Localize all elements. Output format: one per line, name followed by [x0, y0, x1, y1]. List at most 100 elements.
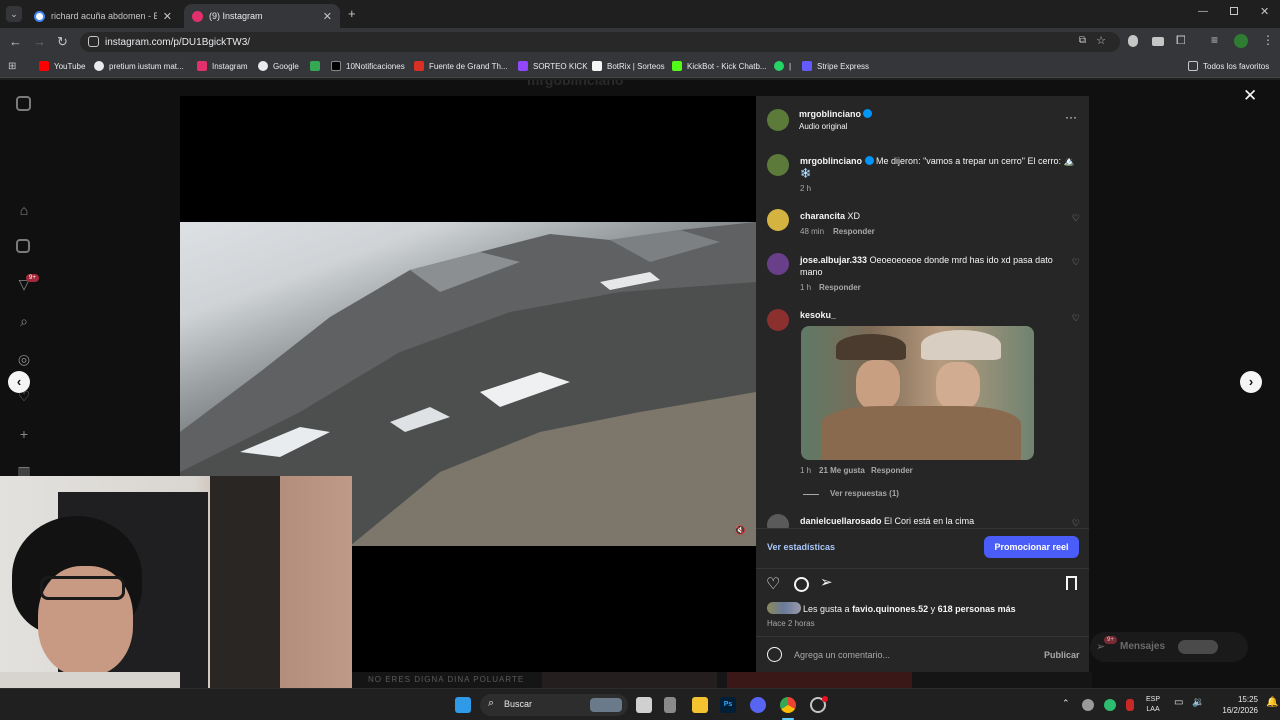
view-replies-button[interactable]: Ver respuestas (1)	[830, 489, 899, 498]
chrome-icon[interactable]	[780, 697, 796, 713]
comment-input[interactable]: Agrega un comentario...	[794, 650, 1024, 660]
reply-button[interactable]: Responder	[871, 466, 913, 475]
reply-button[interactable]: Responder	[819, 283, 861, 292]
view-stats-link[interactable]: Ver estadísticas	[767, 542, 835, 552]
reels-icon[interactable]	[16, 239, 30, 253]
windows-start-icon[interactable]	[455, 697, 471, 713]
photoshop-icon[interactable]: Ps	[720, 697, 736, 713]
bookmark-kickbot[interactable]: KickBot - Kick Chatb...	[672, 61, 767, 71]
new-tab-icon[interactable]: +	[348, 6, 356, 21]
bookmark-pretium[interactable]: pretium iustum mat...	[94, 61, 184, 71]
avatar[interactable]	[767, 209, 789, 231]
bookmark-youtube[interactable]: YouTube	[39, 61, 85, 71]
tray-app-icon[interactable]	[1126, 699, 1134, 711]
apps-grid-icon[interactable]: ⊞	[8, 61, 16, 72]
like-comment-icon[interactable]: ♡	[1072, 313, 1080, 324]
create-icon[interactable]: +	[16, 426, 32, 442]
caption-username[interactable]: mrgoblinciano	[800, 156, 862, 166]
extension-icon[interactable]	[1152, 37, 1164, 46]
home-icon[interactable]: ⌂	[16, 202, 32, 218]
like-comment-icon[interactable]: ♡	[1072, 213, 1080, 224]
avatar[interactable]	[767, 154, 789, 176]
comment-icon[interactable]	[794, 577, 809, 592]
notifications-bell-icon[interactable]: 🔔	[1266, 697, 1278, 708]
bookmark-unnamed[interactable]	[310, 61, 320, 71]
task-view-icon[interactable]	[636, 697, 652, 713]
post-username[interactable]: mrgoblinciano	[799, 109, 861, 119]
media-control-icon[interactable]: ≡	[1211, 33, 1218, 47]
menu-icon[interactable]: ⋮	[1262, 33, 1274, 47]
avatar[interactable]	[767, 309, 789, 331]
share-icon[interactable]: ➢	[820, 573, 833, 591]
taskbar-search[interactable]: ⌕ Buscar	[480, 694, 628, 716]
extension-icon[interactable]	[1128, 35, 1138, 47]
tab-google-search[interactable]: richard acuña abdomen - Busca ✕	[26, 4, 180, 28]
network-icon[interactable]: ▭	[1174, 697, 1183, 708]
profile-avatar[interactable]	[1234, 34, 1248, 48]
install-icon[interactable]: ⧉	[1079, 35, 1086, 46]
mute-icon[interactable]: 🔇	[735, 525, 746, 536]
tab-instagram[interactable]: (9) Instagram ✕	[184, 4, 340, 28]
audio-label[interactable]: Audio original	[799, 122, 847, 131]
save-icon[interactable]	[1066, 576, 1077, 590]
bookmark-star-icon[interactable]: ☆	[1096, 34, 1106, 47]
bookmark-stripe[interactable]: Stripe Express	[802, 61, 869, 71]
avatar[interactable]	[767, 109, 789, 131]
minimize-icon[interactable]: —	[1198, 6, 1208, 17]
explore-icon[interactable]: ◎	[16, 351, 32, 367]
botrix-icon	[592, 61, 602, 71]
restore-icon[interactable]	[1230, 7, 1238, 15]
clock[interactable]: 15:25 16/2/2026	[1208, 694, 1258, 716]
close-modal-icon[interactable]: ✕	[1243, 86, 1257, 106]
address-bar[interactable]: instagram.com/p/DU1BgickTW3/ ⧉ ☆	[80, 32, 1120, 52]
comment-username[interactable]: charancita	[800, 211, 845, 221]
messages-pill[interactable]: ➢ 9+ Mensajes	[1090, 632, 1248, 662]
liker-username[interactable]: favio.quinones.52	[852, 604, 928, 614]
like-icon[interactable]: ♡	[766, 574, 780, 594]
tray-app-icon[interactable]	[1104, 699, 1116, 711]
tray-app-icon[interactable]	[1082, 699, 1094, 711]
emoji-icon[interactable]	[767, 647, 782, 662]
like-comment-icon[interactable]: ♡	[1072, 518, 1080, 528]
instagram-logo-icon[interactable]	[16, 96, 31, 111]
volume-icon[interactable]: 🔉	[1192, 697, 1204, 708]
comment-username[interactable]: jose.albujar.333	[800, 255, 867, 265]
comment-username[interactable]: danielcuellarosado	[800, 516, 882, 526]
forward-icon[interactable]: →	[33, 34, 46, 49]
bookmark-google[interactable]: Google	[258, 61, 299, 71]
reply-button[interactable]: Responder	[833, 227, 875, 236]
comment-gif-image[interactable]	[801, 326, 1034, 460]
avatar[interactable]	[767, 514, 789, 528]
bookmark-botrix[interactable]: BotRix | Sorteos	[592, 61, 665, 71]
comment-likes[interactable]: 21 Me gusta	[819, 466, 865, 475]
bookmark-sorteo-kick[interactable]: SORTEO KICK	[518, 61, 588, 71]
likes-summary[interactable]: Les gusta a favio.quinones.52 y 618 pers…	[803, 603, 1083, 615]
app-icon[interactable]	[664, 697, 676, 713]
tray-overflow-icon[interactable]: ⌃	[1062, 698, 1070, 709]
close-tab-icon[interactable]: ✕	[323, 10, 332, 23]
all-bookmarks[interactable]: Todos los favoritos	[1188, 61, 1269, 71]
like-comment-icon[interactable]: ♡	[1072, 257, 1080, 268]
reload-icon[interactable]: ↻	[57, 34, 68, 50]
bookmark-grand-theft[interactable]: Fuente de Grand Th...	[414, 61, 508, 71]
more-options-icon[interactable]: ···	[1065, 110, 1077, 124]
close-window-icon[interactable]: ✕	[1260, 5, 1269, 18]
language-indicator[interactable]: ESP LAA	[1146, 695, 1160, 715]
bookmark-whatsapp[interactable]: |	[774, 61, 791, 71]
bookmark-instagram[interactable]: Instagram	[197, 61, 248, 71]
file-explorer-icon[interactable]	[692, 697, 708, 713]
site-info-icon[interactable]	[88, 36, 99, 47]
avatar[interactable]	[767, 253, 789, 275]
tab-list-icon[interactable]: ⌄	[6, 6, 22, 22]
next-post-button[interactable]: ›	[1240, 371, 1262, 393]
extensions-puzzle-icon[interactable]: ⧠	[1176, 33, 1186, 48]
search-icon[interactable]: ⌕	[16, 313, 32, 329]
promote-reel-button[interactable]: Promocionar reel	[984, 536, 1079, 558]
close-tab-icon[interactable]: ✕	[163, 10, 172, 23]
publish-button[interactable]: Publicar	[1044, 650, 1080, 660]
discord-icon[interactable]	[750, 697, 766, 713]
previous-post-button[interactable]: ‹	[8, 371, 30, 393]
back-icon[interactable]: ←	[9, 34, 22, 49]
bookmark-10notificaciones[interactable]: 10Notificaciones	[331, 61, 405, 71]
comment-username[interactable]: kesoku_	[800, 310, 836, 320]
